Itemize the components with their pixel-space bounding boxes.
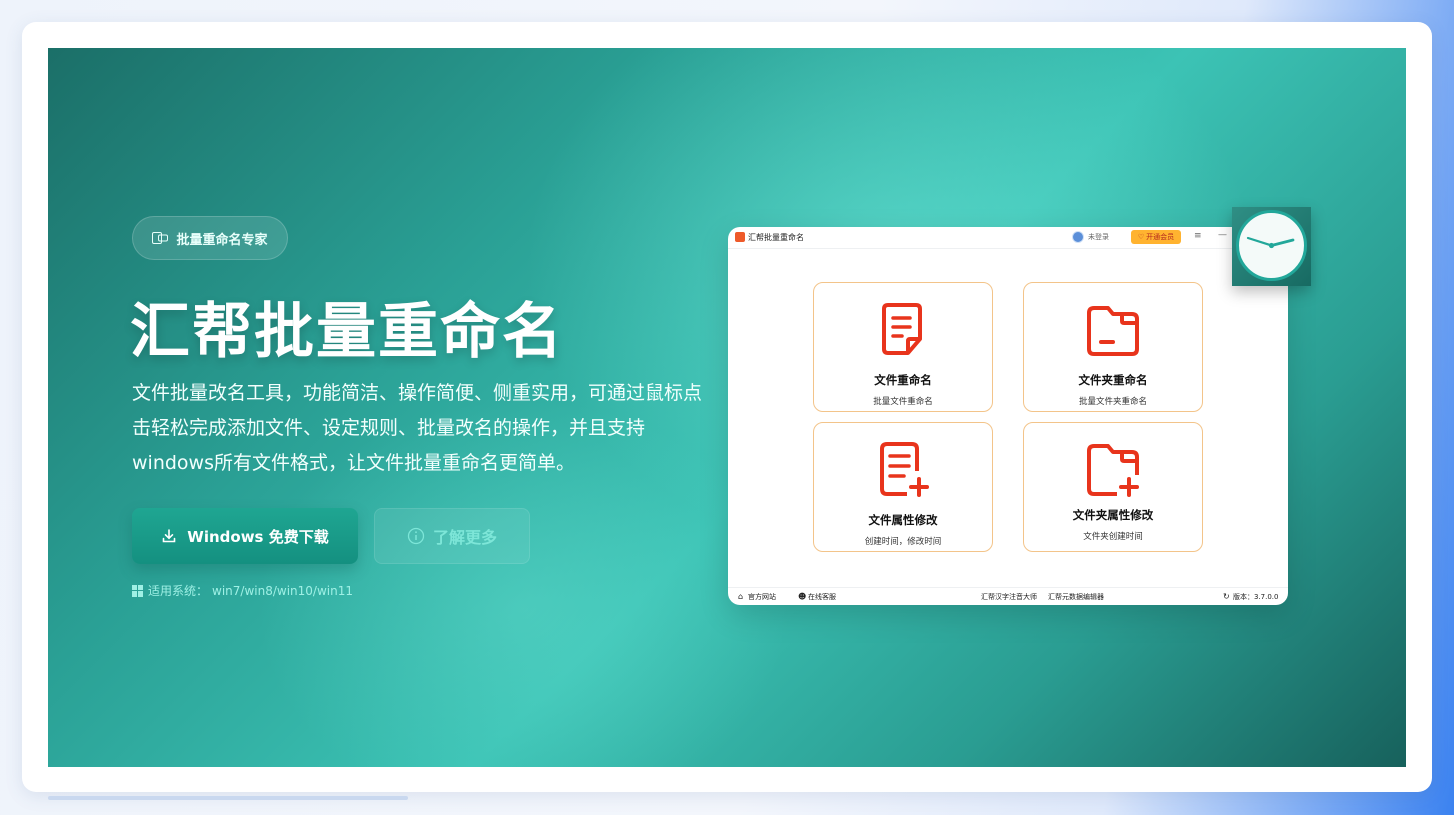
menu-icon[interactable]: ≡ bbox=[1194, 231, 1202, 241]
translate-icon bbox=[152, 232, 169, 244]
feature-card-file-attributes[interactable]: 文件属性修改 创建时间，修改时间 bbox=[813, 422, 993, 552]
document-icon bbox=[882, 303, 922, 355]
feature-name: 文件夹属性修改 bbox=[1072, 508, 1154, 522]
compat-systems: win7/win8/win10/win11 bbox=[212, 583, 353, 598]
footer-pinyin-link[interactable]: 汇帮汉字注音大师 bbox=[981, 592, 1037, 602]
clock-decoration bbox=[1232, 207, 1311, 286]
feature-name: 文件夹重命名 bbox=[1078, 373, 1148, 387]
compat-info: 适用系统： win7/win8/win10/win11 bbox=[132, 582, 353, 599]
feature-desc: 创建时间，修改时间 bbox=[864, 537, 942, 547]
feature-card-folder-rename[interactable]: 文件夹重命名 批量文件夹重命名 bbox=[1023, 282, 1203, 412]
feature-name: 文件属性修改 bbox=[868, 513, 938, 527]
feature-card-file-rename[interactable]: 文件重命名 批量文件重命名 bbox=[813, 282, 993, 412]
feature-desc: 批量文件夹重命名 bbox=[1078, 397, 1147, 407]
compat-prefix: 适用系统： bbox=[148, 584, 209, 598]
vip-label: 开通会员 bbox=[1146, 233, 1175, 241]
login-label: 未登录 bbox=[1088, 233, 1109, 241]
footer-metadata-label: 汇帮元数据编辑器 bbox=[1048, 593, 1104, 601]
home-icon: ⌂ bbox=[738, 592, 744, 601]
page-title: 汇帮批量重命名 bbox=[130, 297, 564, 367]
folder-add-icon bbox=[1087, 444, 1139, 497]
learn-more-label: 了解更多 bbox=[432, 528, 497, 547]
feature-desc: 批量文件重命名 bbox=[873, 397, 933, 407]
footer-service-link[interactable]: ☻ 在线客服 bbox=[798, 592, 836, 602]
carousel-progress bbox=[48, 796, 408, 800]
heart-icon: ♡ bbox=[1137, 233, 1145, 241]
login-status[interactable]: 未登录 bbox=[1072, 231, 1109, 243]
footer-website-label: 官方网站 bbox=[748, 593, 776, 601]
learn-more-button[interactable]: 了解更多 bbox=[374, 508, 530, 564]
hero-banner: 批量重命名专家 汇帮批量重命名 文件批量改名工具，功能简洁、操作简便、侧重实用，… bbox=[48, 48, 1406, 767]
app-footer: ⌂ 官方网站 ☻ 在线客服 汇帮汉字注音大师 汇帮元数据编辑器 ↻ 版本：3.7… bbox=[728, 587, 1288, 605]
footer-website-link[interactable]: ⌂ 官方网站 bbox=[738, 592, 776, 602]
product-description: 文件批量改名工具，功能简洁、操作简便、侧重实用，可通过鼠标点击轻松完成添加文件、… bbox=[132, 382, 703, 474]
footer-service-label: 在线客服 bbox=[808, 593, 836, 601]
app-preview-window: 汇帮批量重命名 未登录 ♡ 开通会员 ≡ — 文件重命名 批量文件重命名 文件夹… bbox=[728, 227, 1288, 605]
download-icon bbox=[162, 529, 176, 543]
clock-icon bbox=[1246, 236, 1295, 249]
app-logo-icon bbox=[735, 232, 745, 242]
folder-icon bbox=[1087, 306, 1139, 356]
download-button[interactable]: Windows 免费下载 bbox=[132, 508, 358, 564]
feature-name: 文件重命名 bbox=[874, 373, 932, 387]
footer-version: ↻ 版本：3.7.0.0 bbox=[1223, 592, 1279, 602]
feature-card-folder-attributes[interactable]: 文件夹属性修改 文件夹创建时间 bbox=[1023, 422, 1203, 552]
download-button-label: Windows 免费下载 bbox=[187, 527, 329, 546]
badge-label: 批量重命名专家 bbox=[176, 232, 268, 248]
clock-face bbox=[1236, 210, 1307, 281]
feature-desc: 文件夹创建时间 bbox=[1083, 532, 1143, 542]
minimize-icon[interactable]: — bbox=[1218, 230, 1227, 240]
refresh-icon: ↻ bbox=[1223, 592, 1230, 601]
version-label: 版本：3.7.0.0 bbox=[1233, 593, 1279, 601]
support-icon: ☻ bbox=[798, 592, 807, 601]
footer-pinyin-label: 汇帮汉字注音大师 bbox=[981, 593, 1037, 601]
windows-icon bbox=[132, 584, 144, 597]
avatar bbox=[1072, 231, 1084, 243]
document-add-icon bbox=[880, 442, 929, 497]
app-titlebar: 汇帮批量重命名 未登录 ♡ 开通会员 ≡ — bbox=[728, 227, 1288, 249]
footer-metadata-link[interactable]: 汇帮元数据编辑器 bbox=[1048, 592, 1104, 602]
info-icon bbox=[407, 527, 425, 545]
product-badge: 批量重命名专家 bbox=[132, 216, 288, 260]
vip-button[interactable]: ♡ 开通会员 bbox=[1131, 230, 1181, 244]
app-title: 汇帮批量重命名 bbox=[748, 233, 804, 242]
